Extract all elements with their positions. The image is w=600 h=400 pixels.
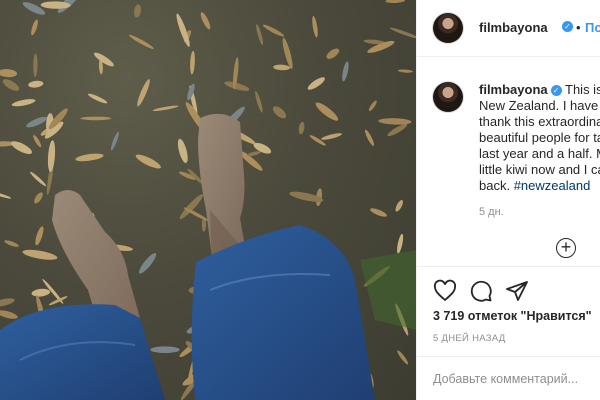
leaf [309, 135, 326, 146]
leaf [2, 79, 20, 91]
leaf [312, 16, 318, 38]
leaf [150, 346, 180, 354]
leaf [4, 240, 19, 247]
leaf [0, 298, 15, 307]
leaf [26, 116, 48, 128]
caption-username[interactable]: filmbayona [479, 82, 548, 97]
leaf [397, 350, 409, 365]
leaf [128, 34, 154, 49]
leaf [368, 100, 377, 112]
leaf [190, 50, 195, 75]
leaf [139, 253, 157, 274]
leaf [133, 4, 142, 18]
leaf [152, 105, 179, 112]
leaf [93, 52, 114, 67]
comment-input[interactable] [433, 369, 600, 389]
leaf [0, 310, 18, 319]
caption-avatar[interactable] [433, 82, 463, 112]
leaf [272, 106, 287, 119]
post-caption: filmbayona✓ This is m New Zealand. I hav… [479, 82, 600, 194]
verified-badge-icon: ✓ [562, 21, 573, 32]
leaf [385, 0, 405, 4]
hashtag-link[interactable]: #newzealand [514, 178, 591, 193]
leaf [22, 249, 58, 260]
leaf [110, 131, 119, 151]
post-header: filmbayona ✓ • Подп [417, 0, 600, 57]
leaf [315, 102, 339, 121]
leaf [35, 226, 44, 246]
verified-badge-icon: ✓ [550, 85, 562, 97]
leaf [224, 81, 250, 91]
post-photo[interactable] [0, 0, 416, 400]
caption-line: This is m [565, 82, 600, 97]
leaf [75, 153, 104, 162]
leaf [0, 69, 18, 78]
leaf [397, 69, 413, 73]
add-circle-icon[interactable]: + [556, 238, 576, 258]
leaf [34, 192, 43, 204]
caption-line: beautiful people for ta [479, 130, 600, 145]
leaf [262, 24, 285, 37]
caption-line: thank this extraordina [479, 114, 600, 129]
heart-icon[interactable] [433, 279, 457, 303]
leaf [321, 133, 342, 140]
leaf [397, 233, 404, 254]
leaf [28, 80, 44, 88]
leaf [11, 99, 36, 107]
leaf [395, 200, 403, 212]
leaf [33, 135, 42, 148]
leaf [88, 93, 108, 104]
leaf [80, 116, 112, 121]
leaf [33, 53, 38, 78]
leaf [389, 27, 416, 39]
comment-icon[interactable] [469, 279, 493, 303]
leaf [298, 121, 305, 135]
leaf [378, 118, 412, 125]
header-username[interactable]: filmbayona [479, 20, 548, 35]
leaf [137, 79, 150, 107]
share-icon[interactable] [505, 279, 529, 303]
leaf [342, 61, 349, 82]
caption-age: 5 дн. [479, 206, 504, 218]
leaf [326, 48, 340, 59]
leaf [177, 138, 188, 164]
caption-line: back. [479, 178, 511, 193]
leaf [200, 12, 211, 30]
leaf [307, 77, 325, 90]
likes-count[interactable]: 3 719 отметок "Нравится" [433, 309, 592, 323]
leaf [31, 288, 51, 297]
post-actions: 3 719 отметок "Нравится" 5 ДНЕЙ НАЗАД [417, 266, 600, 359]
leaf [365, 129, 374, 146]
leaf [22, 2, 46, 15]
leaf [273, 64, 290, 71]
caption-line: New Zealand. I have n [479, 98, 600, 113]
leaf [255, 90, 263, 113]
caption-line: last year and a half. M [479, 146, 600, 161]
photo-illustration [0, 0, 416, 400]
follow-button[interactable]: Подп [585, 20, 600, 35]
avatar[interactable] [433, 13, 463, 43]
leaf [11, 141, 32, 154]
header-separator: • [576, 20, 581, 35]
leaf [31, 19, 38, 36]
post-timestamp[interactable]: 5 ДНЕЙ НАЗАД [433, 333, 506, 344]
comment-bar [417, 356, 600, 400]
leaf [47, 140, 56, 172]
leaf [370, 208, 387, 217]
caption-line: little kiwi now and I ca [479, 162, 600, 177]
leaf [256, 24, 264, 45]
leaf [0, 191, 12, 199]
post-side-panel: filmbayona ✓ • Подп filmbayona✓ This is … [416, 0, 600, 400]
leaf [135, 154, 161, 169]
leaf [30, 171, 47, 187]
